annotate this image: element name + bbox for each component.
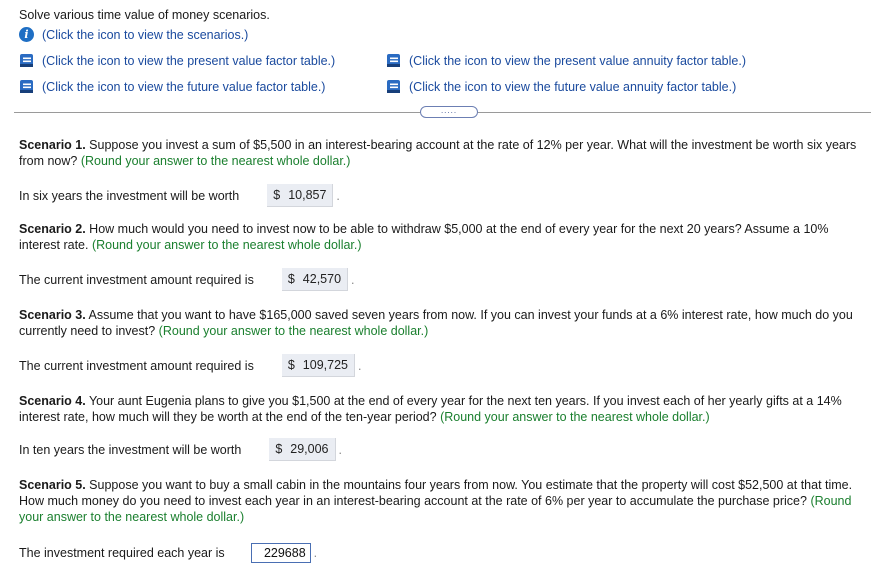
round-hint: (Round your answer to the nearest whole … bbox=[440, 410, 710, 424]
answer-value: 10,857 bbox=[288, 188, 327, 202]
expand-button[interactable]: ..... bbox=[420, 106, 478, 118]
currency-symbol: $ bbox=[275, 442, 283, 456]
scenario-4-text: Scenario 4. Your aunt Eugenia plans to g… bbox=[19, 393, 871, 425]
answer-label: The current investment amount required i… bbox=[19, 358, 254, 373]
fv-factor-link-label[interactable]: (Click the icon to view the future value… bbox=[42, 80, 325, 94]
answer-box: $10,857 bbox=[267, 184, 334, 207]
round-hint: (Round your answer to the nearest whole … bbox=[91, 238, 362, 252]
pv-factor-link[interactable]: (Click the icon to view the present valu… bbox=[19, 53, 335, 68]
currency-symbol: $ bbox=[287, 358, 295, 372]
scenario-4-answer-line: In ten years the investment will be wort… bbox=[19, 438, 342, 461]
pv-factor-link-label[interactable]: (Click the icon to view the present valu… bbox=[42, 54, 335, 68]
table-book-icon[interactable] bbox=[386, 53, 401, 68]
period: . bbox=[351, 272, 355, 287]
scenarios-link[interactable]: i (Click the icon to view the scenarios.… bbox=[19, 27, 248, 42]
fv-annuity-link-label[interactable]: (Click the icon to view the future value… bbox=[409, 80, 736, 94]
fv-factor-link[interactable]: (Click the icon to view the future value… bbox=[19, 79, 325, 94]
scenario-title: Scenario 3. bbox=[19, 308, 86, 322]
scenario-1-text: Scenario 1. Suppose you invest a sum of … bbox=[19, 137, 864, 169]
table-book-icon[interactable] bbox=[19, 53, 34, 68]
scenario-2-text: Scenario 2. How much would you need to i… bbox=[19, 221, 864, 253]
scenario-2-answer-line: The current investment amount required i… bbox=[19, 268, 355, 291]
currency-symbol: $ bbox=[287, 272, 295, 286]
answer-label: In six years the investment will be wort… bbox=[19, 188, 240, 203]
scenarios-link-label[interactable]: (Click the icon to view the scenarios.) bbox=[42, 28, 248, 42]
answer-value: 29,006 bbox=[290, 442, 329, 456]
currency-symbol: $ bbox=[273, 188, 281, 202]
answer-label: The investment required each year is bbox=[19, 546, 225, 560]
scenario-title: Scenario 5. bbox=[19, 478, 86, 492]
answer-value: 109,725 bbox=[302, 358, 348, 372]
pv-annuity-link[interactable]: (Click the icon to view the present valu… bbox=[386, 53, 746, 68]
answer-label: The current investment amount required i… bbox=[19, 272, 254, 287]
info-icon[interactable]: i bbox=[19, 27, 34, 42]
instruction-text: Solve various time value of money scenar… bbox=[19, 8, 270, 22]
scenario-body: Suppose you want to buy a small cabin in… bbox=[19, 478, 853, 508]
round-hint: (Round your answer to the nearest whole … bbox=[80, 154, 351, 168]
scenario-3-answer-line: The current investment amount required i… bbox=[19, 354, 361, 377]
answer-box: $109,725 bbox=[281, 354, 355, 377]
answer-box: $42,570 bbox=[281, 268, 349, 291]
period: . bbox=[336, 188, 340, 203]
answer-value: 42,570 bbox=[302, 272, 342, 286]
table-book-icon[interactable] bbox=[386, 79, 401, 94]
answer-label: In ten years the investment will be wort… bbox=[19, 442, 242, 457]
scenario-title: Scenario 1. bbox=[19, 138, 86, 152]
scenario-title: Scenario 2. bbox=[19, 222, 86, 236]
pv-annuity-link-label[interactable]: (Click the icon to view the present valu… bbox=[409, 54, 746, 68]
scenario-5-answer-line: The investment required each year is 229… bbox=[19, 543, 317, 563]
scenario-body: Assume that you want to have $165,000 sa… bbox=[19, 308, 853, 338]
scenario-1-answer-line: In six years the investment will be wort… bbox=[19, 184, 340, 207]
period: . bbox=[338, 442, 342, 457]
answer-input[interactable]: 229688 bbox=[250, 543, 311, 563]
period: . bbox=[357, 358, 362, 373]
scenario-title: Scenario 4. bbox=[19, 394, 86, 408]
round-hint: (Round your answer to the nearest whole … bbox=[158, 324, 429, 338]
table-book-icon[interactable] bbox=[19, 79, 34, 94]
scenario-3-text: Scenario 3. Assume that you want to have… bbox=[19, 307, 864, 339]
scenario-body: Your aunt Eugenia plans to give you $1,5… bbox=[19, 394, 842, 424]
scenario-5-text: Scenario 5. Suppose you want to buy a sm… bbox=[19, 477, 871, 525]
answer-box: $29,006 bbox=[269, 438, 336, 461]
fv-annuity-link[interactable]: (Click the icon to view the future value… bbox=[386, 79, 736, 94]
period: . bbox=[313, 546, 318, 560]
